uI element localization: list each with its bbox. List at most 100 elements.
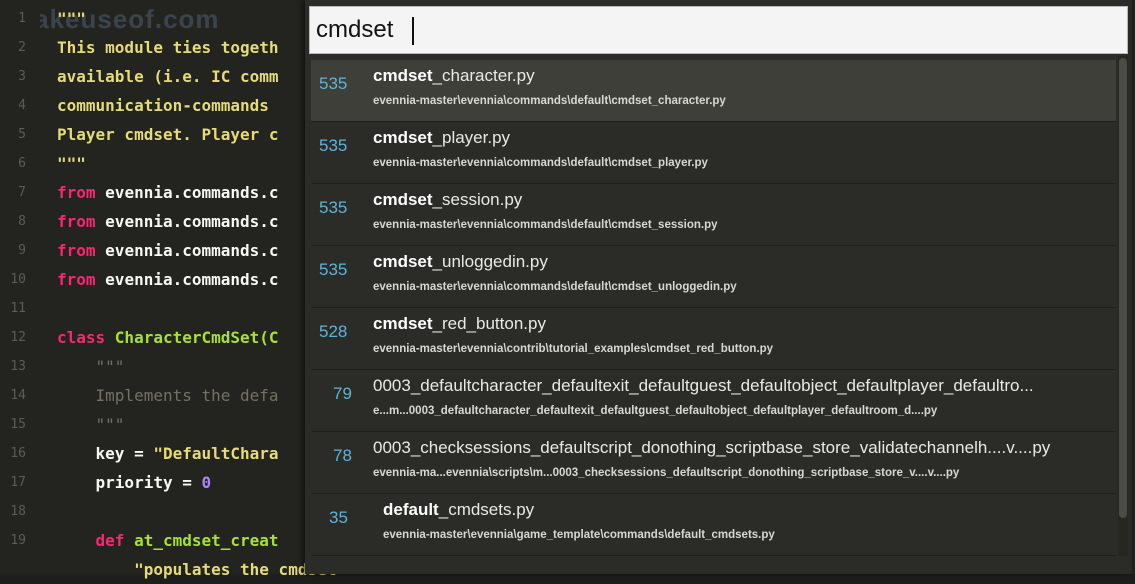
code-token: communication-commands — [57, 96, 279, 115]
code-token: """ — [57, 154, 86, 173]
line-code: priority = 0 — [57, 468, 212, 497]
goto-anything-palette[interactable]: 535cmdset_character.pyevennia-master\eve… — [305, 0, 1132, 574]
text-caret — [412, 17, 414, 45]
line-code: class CharacterCmdSet(C — [57, 323, 279, 352]
result-score: 35 — [329, 508, 348, 527]
code-token: evennia.commands.c — [105, 270, 279, 289]
result-item[interactable]: 78 0003_checksessions_defaultscript_donot… — [311, 432, 1116, 494]
line-number: 16 — [10, 446, 26, 461]
search-box[interactable] — [309, 6, 1128, 54]
line-number: 9 — [18, 243, 26, 258]
line-number: 15 — [10, 417, 26, 432]
result-filename: cmdset_red_button.py — [373, 314, 546, 334]
line-code: """ — [57, 149, 86, 178]
result-score: 78 — [333, 446, 352, 465]
result-filename-match: cmdset — [373, 66, 433, 85]
code-token: available (i.e. IC comm — [57, 67, 279, 86]
result-filename: default_cmdsets.py — [383, 500, 534, 520]
line-code: """ — [57, 352, 125, 381]
line-code: """ — [57, 4, 86, 33]
result-path: evennia-master\evennia\commands\default\… — [373, 219, 718, 231]
result-path: e...m...0003_defaultcharacter_defaultexi… — [373, 405, 938, 417]
code-token: """ — [57, 357, 125, 376]
result-filename-rest: _character.py — [432, 66, 535, 85]
code-token: evennia.commands.c — [105, 183, 279, 202]
code-token: This module ties togeth — [57, 38, 279, 57]
result-path: evennia-master\evennia\game_template\com… — [383, 529, 775, 541]
code-token: "populates the cmdset" — [57, 560, 346, 579]
line-number: 8 — [18, 214, 26, 229]
scrollbar-thumb[interactable] — [1119, 58, 1127, 518]
code-token: from — [57, 212, 106, 231]
line-number: 10 — [10, 272, 26, 287]
watermark: makeuseof.com — [10, 4, 220, 34]
result-item[interactable]: 535 cmdset_character.py evennia-master\eve… — [311, 60, 1116, 122]
line-number: 13 — [10, 359, 26, 374]
search-input[interactable] — [316, 11, 1106, 49]
code-token: from — [57, 241, 106, 260]
line-code: Implements the defa — [57, 381, 279, 410]
result-item[interactable]: 535 cmdset_session.py evennia-master\evenn… — [311, 184, 1116, 246]
line-code: from evennia.commands.c — [57, 178, 279, 207]
line-code: """ — [57, 410, 125, 439]
result-item[interactable]: 528 cmdset_red_button.py evennia-master\ev… — [311, 308, 1116, 370]
result-filename-rest: _session.py — [432, 190, 523, 209]
code-token: class — [57, 328, 115, 347]
result-path: evennia-ma...evennia\scripts\m...0003_ch… — [373, 467, 960, 479]
result-score: 535 — [319, 74, 348, 93]
result-filename-rest: _unloggedin.py — [432, 252, 548, 271]
line-code: from evennia.commands.c — [57, 236, 279, 265]
result-filename-rest: 0003_checksessions_defaultscript_donothi… — [373, 438, 1051, 457]
code-token: """ — [57, 9, 86, 28]
result-filename-match: cmdset — [373, 252, 433, 271]
result-filename-rest: _player.py — [432, 128, 511, 147]
results-scrollbar[interactable] — [1118, 56, 1128, 556]
line-number: 17 — [10, 475, 26, 490]
code-token: "DefaultChara — [153, 444, 279, 463]
result-filename: cmdset_player.py — [373, 128, 510, 148]
code-token: from — [57, 183, 106, 202]
line-number: 18 — [10, 504, 26, 519]
result-filename: cmdset_unloggedin.py — [373, 252, 548, 272]
result-path: evennia-master\evennia\commands\default\… — [373, 281, 737, 293]
line-number: 5 — [18, 127, 26, 142]
code-token: evennia.commands.c — [105, 241, 279, 260]
line-code: def at_cmdset_creat — [57, 526, 279, 555]
result-item[interactable]: 535 cmdset_player.py evennia-master\evenni… — [311, 122, 1116, 184]
line-code: communication-commands — [57, 91, 279, 120]
code-token: Player cmdset. Player c — [57, 125, 279, 144]
result-path: evennia-master\evennia\contrib\tutorial_… — [373, 343, 774, 355]
result-filename: 0003_checksessions_defaultscript_donothi… — [373, 438, 1050, 458]
result-item[interactable]: 35 default_cmdsets.py evennia-master\evenn… — [311, 494, 1116, 556]
code-token: Implements the defa — [57, 386, 279, 405]
line-number: 6 — [18, 156, 26, 171]
line-number: 4 — [18, 98, 26, 113]
result-filename-rest: 0003_defaultcharacter_defaultexit_defaul… — [373, 376, 1034, 395]
line-number: 2 — [18, 40, 26, 55]
line-number: 14 — [10, 388, 26, 403]
line-number: 12 — [10, 330, 26, 345]
result-item[interactable]: 535 cmdset_unloggedin.py evennia-master\ev… — [311, 246, 1116, 308]
result-filename-match: cmdset — [373, 314, 433, 333]
result-score: 528 — [319, 322, 348, 341]
code-token: priority = — [57, 473, 202, 492]
line-code: from evennia.commands.c — [57, 207, 279, 236]
result-filename-rest: _cmdsets.py — [438, 500, 535, 519]
line-number: 19 — [10, 533, 26, 548]
line-code: from evennia.commands.c — [57, 265, 279, 294]
result-score: 535 — [319, 198, 348, 217]
result-item[interactable]: 79 0003_defaultcharacter_defaultexit_defa… — [311, 370, 1116, 432]
code-token: evennia.commands.c — [105, 212, 279, 231]
code-token: key = — [57, 444, 154, 463]
line-number: 3 — [18, 69, 26, 84]
result-score: 535 — [319, 260, 348, 279]
line-number: 11 — [10, 301, 26, 316]
result-filename-match: default — [383, 500, 439, 519]
result-filename: cmdset_session.py — [373, 190, 522, 210]
code-token: from — [57, 270, 106, 289]
line-number: 1 — [18, 11, 26, 26]
line-code: key = "DefaultChara — [57, 439, 279, 468]
result-score: 535 — [319, 136, 348, 155]
line-code: "populates the cmdset" — [57, 555, 346, 584]
result-path: evennia-master\evennia\commands\default\… — [373, 95, 726, 107]
